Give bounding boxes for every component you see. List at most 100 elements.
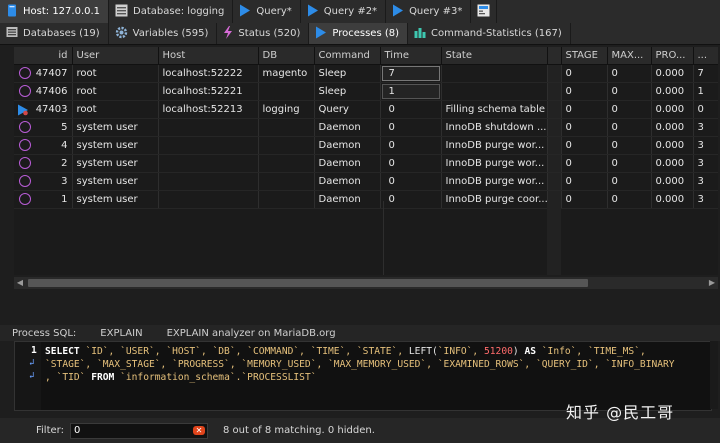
command-cell: Daemon	[314, 172, 381, 191]
command-cell: Daemon	[314, 154, 381, 173]
process-id-cell: 47407	[14, 64, 73, 83]
col-header-time[interactable]: Time	[380, 47, 442, 65]
db-cell: logging	[258, 100, 315, 119]
db-cell	[258, 82, 315, 101]
stage-cell: 0	[561, 118, 608, 137]
host-cell: localhost:52213	[158, 100, 259, 119]
filter-label: Filter:	[36, 425, 64, 436]
db-cell	[258, 154, 315, 173]
time-cell: 0	[380, 136, 442, 155]
extra-cell: 3	[693, 118, 718, 137]
process-id-cell: 47406	[14, 82, 73, 101]
sql-tab-bar: Process SQL: EXPLAIN EXPLAIN analyzer on…	[0, 325, 720, 341]
sleep-icon	[19, 121, 31, 133]
col-header-state[interactable]: State	[441, 47, 548, 65]
tab-variables[interactable]: Variables (595)	[109, 23, 218, 44]
progress-cell: 0.000	[651, 154, 694, 173]
databases-icon	[6, 26, 18, 41]
sql-vertical-scrollbar[interactable]	[710, 341, 718, 409]
table-row[interactable]: 4 system user Daemon 0 InnoDB purge wor.…	[14, 136, 718, 155]
time-cell-editor[interactable]: 1	[381, 84, 440, 99]
info-cell	[547, 64, 562, 83]
tab-explain-analyzer[interactable]: EXPLAIN analyzer on MariaDB.org	[155, 328, 348, 339]
command-cell: Query	[314, 100, 381, 119]
host-cell: localhost:52221	[158, 82, 259, 101]
state-cell: InnoDB purge wor...	[441, 136, 548, 155]
col-header-stage[interactable]: STAGE	[561, 47, 608, 65]
col-header-db[interactable]: DB	[258, 47, 315, 65]
stage-cell: 0	[561, 172, 608, 191]
time-cell[interactable]: 1	[380, 82, 442, 101]
tab-query-2[interactable]: Query #2*	[301, 0, 387, 23]
time-cell-editor[interactable]: 7	[381, 66, 440, 81]
host-cell	[158, 118, 259, 137]
match-count-text: 8 out of 8 matching. 0 hidden.	[222, 425, 375, 436]
sql-token: AS	[524, 346, 542, 357]
tab-query-3-label: Query #3*	[409, 6, 463, 17]
db-cell	[258, 118, 315, 137]
tab-query-3[interactable]: Query #3*	[386, 0, 472, 23]
table-row[interactable]: 47406 root localhost:52221 Sleep 1 0 0 0…	[14, 82, 718, 101]
col-header-progress[interactable]: PRO...	[651, 47, 694, 65]
tab-explain[interactable]: EXPLAIN	[88, 328, 154, 339]
state-cell: Filling schema table	[441, 100, 548, 119]
progress-cell: 0.000	[651, 136, 694, 155]
database-icon	[115, 4, 128, 20]
query-play-icon	[392, 4, 404, 20]
info-cell	[547, 100, 562, 119]
user-cell: system user	[72, 172, 159, 191]
info-cell	[547, 82, 562, 101]
filter-input-value: 0	[73, 424, 81, 436]
tab-command-statistics[interactable]: Command-Statistics (167)	[408, 23, 571, 44]
wrap-marker-icon: ↲	[29, 358, 35, 368]
clear-filter-icon[interactable]: ✕	[192, 425, 205, 435]
progress-cell: 0.000	[651, 100, 694, 119]
tab-command-statistics-label: Command-Statistics (167)	[431, 28, 562, 39]
tab-query-2-label: Query #2*	[323, 6, 378, 17]
time-cell[interactable]: 7	[380, 64, 442, 83]
time-cell: 0	[380, 172, 442, 191]
max-stage-cell: 0	[607, 172, 652, 191]
state-cell: InnoDB purge wor...	[441, 154, 548, 173]
tab-query-1[interactable]: Query*	[233, 0, 301, 23]
tab-status-label: Status (520)	[238, 28, 301, 39]
sql-line: SELECT `ID`, `USER`, `HOST`, `DB`, `COMM…	[45, 345, 711, 358]
col-header-info[interactable]	[547, 47, 562, 65]
new-query-tab-button[interactable]	[471, 0, 498, 23]
new-query-icon	[477, 4, 490, 20]
col-header-user[interactable]: User	[72, 47, 159, 65]
tab-processes[interactable]: Processes (8)	[309, 23, 408, 44]
grid-empty-area	[14, 201, 718, 275]
grid-horizontal-scrollbar[interactable]: ◀ ▶	[14, 277, 718, 289]
sql-code[interactable]: SELECT `ID`, `USER`, `HOST`, `DB`, `COMM…	[45, 345, 711, 384]
tab-database[interactable]: Database: logging	[109, 0, 234, 23]
tab-databases[interactable]: Databases (19)	[0, 23, 109, 44]
table-row[interactable]: 5 system user Daemon 0 InnoDB shutdown .…	[14, 118, 718, 137]
tab-variables-label: Variables (595)	[132, 28, 209, 39]
table-row[interactable]: 47407 root localhost:52222 magento Sleep…	[14, 64, 718, 83]
col-header-host[interactable]: Host	[158, 47, 259, 65]
host-cell	[158, 154, 259, 173]
process-id-cell: 47403	[14, 100, 73, 119]
process-id-cell: 3	[14, 172, 73, 191]
sleep-icon	[19, 67, 31, 79]
col-header-max-stage[interactable]: MAX...	[607, 47, 652, 65]
info-cell	[547, 136, 562, 155]
scroll-left-icon[interactable]: ◀	[14, 277, 26, 289]
progress-cell: 0.000	[651, 118, 694, 137]
tab-status[interactable]: Status (520)	[217, 23, 310, 44]
table-row[interactable]: 3 system user Daemon 0 InnoDB purge wor.…	[14, 172, 718, 191]
filter-input[interactable]: 0 ✕	[69, 422, 208, 439]
col-header-more[interactable]: ...	[693, 47, 718, 65]
command-cell: Daemon	[314, 136, 381, 155]
table-row[interactable]: 2 system user Daemon 0 InnoDB purge wor.…	[14, 154, 718, 173]
col-header-command[interactable]: Command	[314, 47, 381, 65]
scroll-right-icon[interactable]: ▶	[706, 277, 718, 289]
table-row[interactable]: 47403 root localhost:52213 logging Query…	[14, 100, 718, 119]
tab-query-1-label: Query*	[256, 6, 292, 17]
scroll-thumb[interactable]	[28, 279, 588, 287]
col-header-id[interactable]: id	[14, 47, 73, 65]
process-list-grid[interactable]: id User Host DB Command Time State STAGE…	[14, 47, 718, 275]
user-cell: root	[72, 82, 159, 101]
tab-host[interactable]: Host: 127.0.0.1	[0, 0, 110, 23]
